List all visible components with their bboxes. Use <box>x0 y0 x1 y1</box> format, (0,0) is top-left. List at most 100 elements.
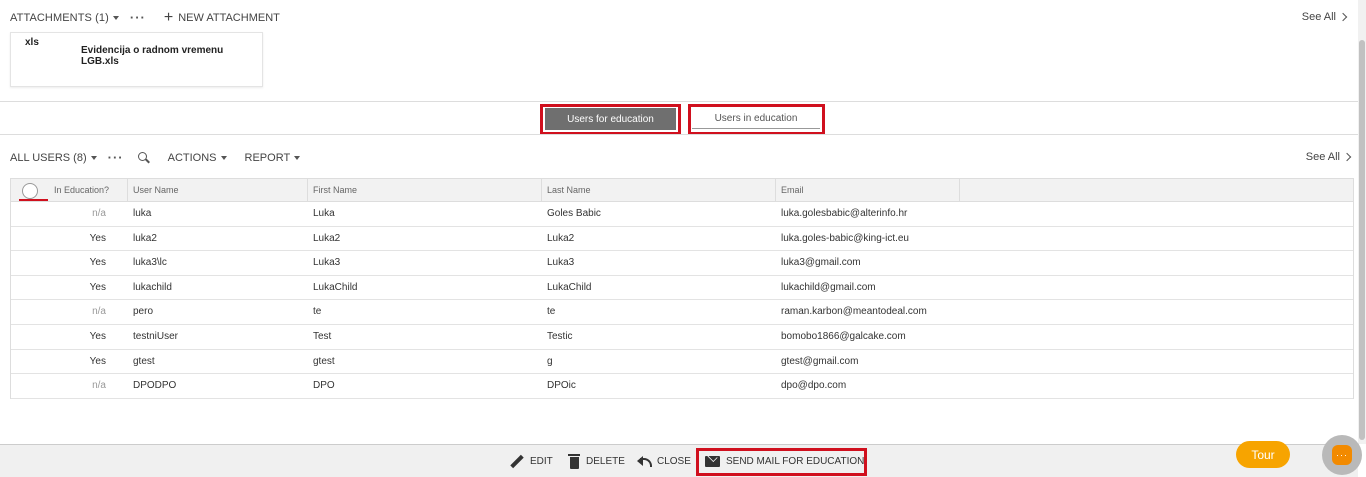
report-menu[interactable]: REPORT <box>245 152 301 164</box>
cell-user-name: luka <box>133 208 152 219</box>
tab-users-in-education[interactable]: Users in education <box>692 108 820 129</box>
cell-user-name: gtest <box>133 355 155 367</box>
delete-label: DELETE <box>586 456 625 467</box>
actions-label: ACTIONS <box>167 152 217 164</box>
cell-in-education: Yes <box>89 257 106 269</box>
cell-last-name: te <box>547 306 556 318</box>
table-row[interactable]: n/a luka Luka Goles Babic luka.golesbabic@al… <box>11 202 1353 227</box>
cell-user-name: luka3\lc <box>133 257 167 269</box>
cell-in-education: Yes <box>89 281 106 293</box>
scrollbar-thumb[interactable] <box>1359 40 1365 440</box>
cell-in-education: Yes <box>89 355 106 367</box>
column-header-email[interactable]: Email <box>776 179 960 202</box>
file-name[interactable]: Evidencija o radnom vremenu LGB.xls <box>81 45 262 67</box>
chevron-down-icon <box>220 156 227 160</box>
cell-in-education: n/a <box>92 306 106 318</box>
chat-icon: ··· <box>1332 445 1352 465</box>
cell-first-name: Test <box>313 331 332 342</box>
edit-label: EDIT <box>530 456 553 467</box>
pencil-icon <box>510 454 524 469</box>
attachments-title[interactable]: ATTACHMENTS (1) <box>10 12 109 24</box>
cell-email: luka.golesbabic@alterinfo.hr <box>781 208 908 219</box>
divider <box>0 101 1358 102</box>
cell-email: gtest@gmail.com <box>781 355 859 367</box>
send-mail-highlight-outline <box>696 448 867 476</box>
close-button[interactable]: CLOSE <box>637 445 691 477</box>
table-row[interactable]: Yes luka3\lc Luka3 Luka3 luka3@gmail.com <box>11 251 1353 276</box>
tab-users-for-education[interactable]: Users for education <box>545 108 676 130</box>
cell-email: dpo@dpo.com <box>781 380 847 392</box>
table-row[interactable]: Yes luka2 Luka2 Luka2 luka.goles-babic@king-… <box>11 227 1353 252</box>
more-options-icon[interactable]: ··· <box>130 11 146 24</box>
cell-first-name: LukaChild <box>313 281 358 293</box>
new-attachment-button[interactable]: + NEW ATTACHMENT <box>163 9 280 26</box>
more-options-icon[interactable]: ··· <box>108 151 124 164</box>
table-row[interactable]: n/a DPODPO DPO DPOic dpo@dpo.com <box>11 374 1353 399</box>
table-header: In Education? User Name First Name Last … <box>11 179 1353 202</box>
column-header-in-education[interactable]: In Education? <box>49 179 128 202</box>
record-page: ATTACHMENTS (1) ··· + NEW ATTACHMENT See… <box>0 0 1366 477</box>
cell-first-name: Luka2 <box>313 232 341 244</box>
plus-icon: + <box>163 9 174 26</box>
edit-button[interactable]: EDIT <box>510 445 553 477</box>
cell-user-name: lukachild <box>133 281 172 293</box>
chevron-right-icon <box>1338 12 1348 22</box>
undo-arrow-icon <box>637 455 652 468</box>
trash-icon <box>568 454 580 469</box>
cell-first-name: DPO <box>313 380 335 392</box>
attachments-see-all-link[interactable]: See All <box>1301 11 1348 23</box>
cell-in-education: Yes <box>89 331 106 342</box>
cell-email: bomobo1866@galcake.com <box>781 331 906 342</box>
chevron-right-icon <box>1342 152 1352 162</box>
attachment-card[interactable]: xls Evidencija o radnom vremenu LGB.xls <box>10 32 263 87</box>
column-header-last-name[interactable]: Last Name <box>542 179 776 202</box>
select-all-radio[interactable] <box>22 183 38 199</box>
see-all-label: See All <box>1301 11 1336 23</box>
cell-email: lukachild@gmail.com <box>781 281 876 293</box>
cell-last-name: Testic <box>547 331 573 342</box>
users-toolbar: ALL USERS (8) ··· ACTIONS REPORT <box>10 151 301 165</box>
cell-email: luka3@gmail.com <box>781 257 861 269</box>
cell-first-name: te <box>313 306 322 318</box>
report-label: REPORT <box>244 152 291 164</box>
attachments-header: ATTACHMENTS (1) ··· + NEW ATTACHMENT <box>10 9 280 26</box>
highlight-underline <box>19 199 48 201</box>
chat-widget-button[interactable]: ··· <box>1322 435 1362 475</box>
actions-menu[interactable]: ACTIONS <box>168 152 227 164</box>
cell-user-name: DPODPO <box>133 380 177 392</box>
all-users-title[interactable]: ALL USERS (8) <box>10 152 87 164</box>
table-row[interactable]: Yes lukachild LukaChild LukaChild lukachild@… <box>11 276 1353 301</box>
cell-last-name: g <box>547 355 553 367</box>
cell-email: raman.karbon@meantodeal.com <box>781 306 927 318</box>
cell-last-name: Goles Babic <box>547 208 601 219</box>
cell-email: luka.goles-babic@king-ict.eu <box>781 232 909 244</box>
divider <box>0 134 1358 135</box>
cell-first-name: Luka <box>313 208 335 219</box>
cell-user-name: testniUser <box>133 331 179 342</box>
new-attachment-label: NEW ATTACHMENT <box>178 12 280 24</box>
cell-last-name: LukaChild <box>547 281 592 293</box>
cell-user-name: pero <box>133 306 154 318</box>
tour-button[interactable]: Tour <box>1236 441 1290 468</box>
cell-first-name: Luka3 <box>313 257 341 269</box>
cell-last-name: Luka2 <box>547 232 575 244</box>
cell-in-education: n/a <box>92 208 106 219</box>
table-row[interactable]: Yes gtest gtest g gtest@gmail.com <box>11 350 1353 375</box>
cell-last-name: DPOic <box>547 380 576 392</box>
column-header-first-name[interactable]: First Name <box>308 179 542 202</box>
chevron-down-icon[interactable] <box>112 16 119 20</box>
cell-first-name: gtest <box>313 355 335 367</box>
search-icon[interactable] <box>137 152 151 164</box>
users-see-all-link[interactable]: See All <box>1305 151 1352 163</box>
close-label: CLOSE <box>657 456 691 467</box>
cell-last-name: Luka3 <box>547 257 575 269</box>
cell-user-name: luka2 <box>133 232 157 244</box>
chevron-down-icon[interactable] <box>90 156 97 160</box>
see-all-label: See All <box>1305 151 1340 163</box>
delete-button[interactable]: DELETE <box>568 445 625 477</box>
column-header-user-name[interactable]: User Name <box>128 179 308 202</box>
table-row[interactable]: Yes testniUser Test Testic bomobo1866@galcak… <box>11 325 1353 350</box>
table-row[interactable]: n/a pero te te raman.karbon@meantodeal.com <box>11 300 1353 325</box>
file-type-label: xls <box>25 37 39 48</box>
users-table: In Education? User Name First Name Last … <box>10 178 1354 399</box>
